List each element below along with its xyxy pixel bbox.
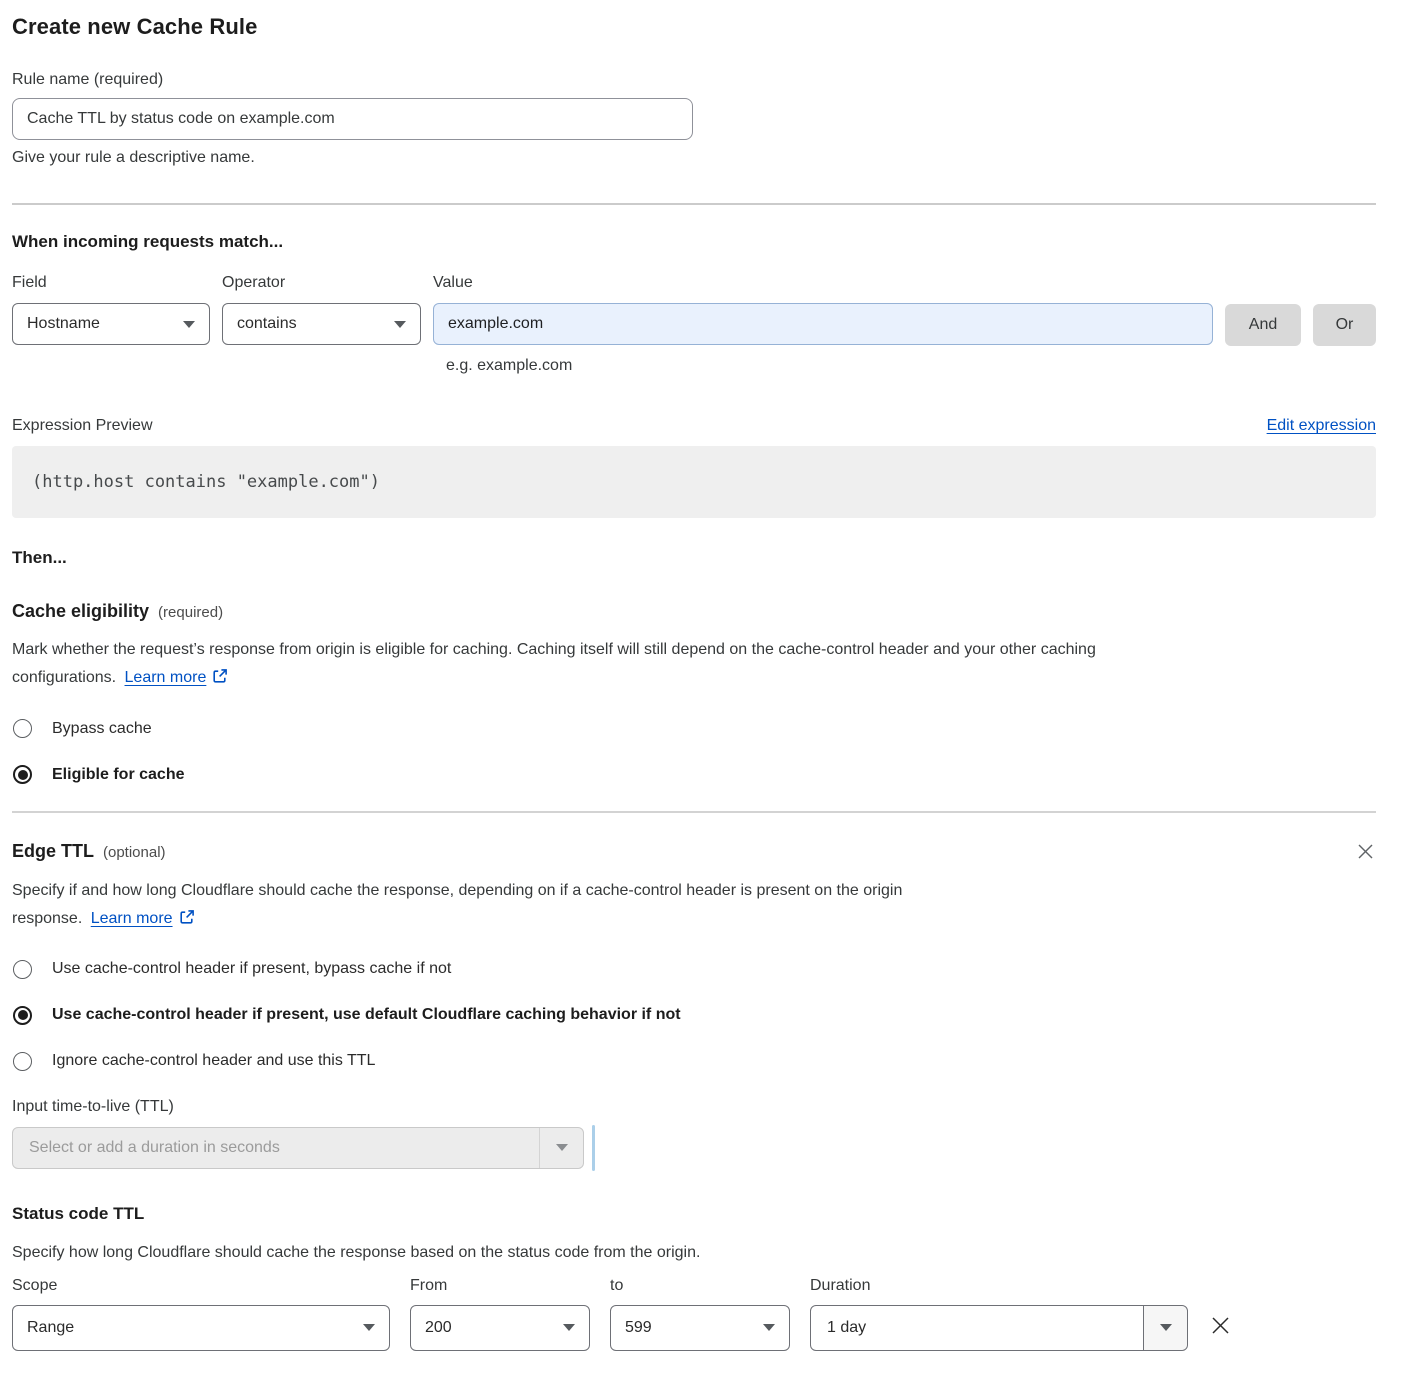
- rule-name-group: Rule name (required) Give your rule a de…: [12, 71, 1376, 167]
- page-title: Create new Cache Rule: [12, 14, 1376, 40]
- field-column: Field Hostname: [12, 274, 210, 345]
- chevron-down-icon: [394, 321, 406, 328]
- chevron-down-icon: [1160, 1324, 1172, 1331]
- edge-ttl-option-bypass[interactable]: Use cache-control header if present, byp…: [12, 960, 1376, 979]
- scope-label: Scope: [12, 1277, 390, 1295]
- operator-label: Operator: [222, 274, 421, 292]
- expression-code: (http.host contains "example.com"): [32, 472, 380, 492]
- field-select-value: Hostname: [27, 315, 100, 333]
- eligible-for-cache-option[interactable]: Eligible for cache: [12, 765, 1376, 784]
- field-label: Field: [12, 274, 210, 292]
- radio-unselected-icon[interactable]: [13, 1052, 32, 1071]
- status-code-ttl-row: Scope Range From 200 to 599 Duration 1 d…: [12, 1275, 1376, 1351]
- chevron-down-icon: [183, 321, 195, 328]
- duration-select-value: 1 day: [811, 1319, 1143, 1337]
- ttl-select-placeholder: Select or add a duration in seconds: [13, 1139, 539, 1157]
- value-column: Value: [433, 274, 1213, 345]
- ttl-select-row: Select or add a duration in seconds: [12, 1125, 1376, 1171]
- duration-column: Duration 1 day: [810, 1275, 1188, 1351]
- to-label: to: [610, 1277, 790, 1295]
- edge-ttl-option-ignore[interactable]: Ignore cache-control header and use this…: [12, 1052, 1376, 1071]
- edge-ttl-description: Specify if and how long Cloudflare shoul…: [12, 877, 1376, 935]
- to-column: to 599: [610, 1275, 790, 1351]
- duration-select[interactable]: 1 day: [810, 1305, 1188, 1351]
- select-arrow-segment[interactable]: [1143, 1306, 1187, 1350]
- radio-selected-icon[interactable]: [13, 765, 32, 784]
- edge-ttl-option-default[interactable]: Use cache-control header if present, use…: [12, 1006, 1376, 1025]
- remove-status-code-rule-icon[interactable]: [1210, 1315, 1231, 1341]
- radio-unselected-icon[interactable]: [13, 960, 32, 979]
- from-select[interactable]: 200: [410, 1305, 590, 1351]
- external-link-icon: [179, 907, 195, 935]
- section-divider: [12, 811, 1376, 813]
- create-cache-rule-page: Create new Cache Rule Rule name (require…: [0, 0, 1412, 1351]
- external-link-icon: [212, 666, 228, 694]
- or-button[interactable]: Or: [1313, 304, 1376, 346]
- scope-select-value: Range: [27, 1319, 74, 1337]
- edge-ttl-options: Use cache-control header if present, byp…: [12, 960, 1376, 1071]
- to-select-value: 599: [625, 1319, 652, 1337]
- radio-unselected-icon[interactable]: [13, 719, 32, 738]
- chevron-down-icon: [563, 1324, 575, 1331]
- operator-column: Operator contains: [222, 274, 421, 345]
- section-divider: [12, 203, 1376, 205]
- chevron-down-icon: [363, 1324, 375, 1331]
- from-column: From 200: [410, 1275, 590, 1351]
- edit-expression-link[interactable]: Edit expression: [1267, 417, 1376, 435]
- status-code-ttl-description: Specify how long Cloudflare should cache…: [12, 1239, 1376, 1267]
- from-select-value: 200: [425, 1319, 452, 1337]
- expression-header: Expression Preview Edit expression: [12, 417, 1376, 435]
- match-section-heading: When incoming requests match...: [12, 232, 1376, 252]
- operator-select[interactable]: contains: [222, 303, 421, 345]
- expression-preview-label: Expression Preview: [12, 417, 153, 435]
- bypass-cache-option[interactable]: Bypass cache: [12, 719, 1376, 738]
- duration-label: Duration: [810, 1277, 1188, 1295]
- chevron-down-icon: [556, 1144, 568, 1151]
- edge-ttl-header: Edge TTL(optional): [12, 841, 1376, 867]
- value-input[interactable]: [433, 303, 1213, 345]
- ttl-duration-select[interactable]: Select or add a duration in seconds: [12, 1127, 584, 1169]
- select-arrow-segment[interactable]: [539, 1128, 583, 1168]
- then-heading: Then...: [12, 548, 1376, 568]
- from-label: From: [410, 1277, 590, 1295]
- radio-selected-icon[interactable]: [13, 1006, 32, 1025]
- operator-select-value: contains: [237, 315, 297, 333]
- to-select[interactable]: 599: [610, 1305, 790, 1351]
- value-help-text: e.g. example.com: [446, 357, 1376, 375]
- match-condition-row: Field Hostname Operator contains Value A…: [12, 274, 1376, 346]
- close-edge-ttl-icon[interactable]: [1355, 841, 1376, 867]
- optional-qualifier: (optional): [103, 844, 166, 861]
- cache-eligibility-heading: Cache eligibility(required): [12, 601, 1376, 622]
- focus-indicator-line: [592, 1125, 595, 1171]
- cache-eligibility-options: Bypass cache Eligible for cache: [12, 719, 1376, 784]
- rule-name-label: Rule name (required): [12, 71, 163, 88]
- cache-eligibility-description: Mark whether the request’s response from…: [12, 636, 1376, 694]
- rule-name-input[interactable]: [12, 98, 693, 140]
- expression-code-block: (http.host contains "example.com"): [12, 446, 1376, 518]
- scope-column: Scope Range: [12, 1275, 390, 1351]
- and-button[interactable]: And: [1225, 304, 1301, 346]
- edge-ttl-learn-more-link[interactable]: Learn more: [91, 910, 173, 927]
- cache-eligibility-learn-more-link[interactable]: Learn more: [125, 669, 207, 686]
- required-qualifier: (required): [158, 604, 223, 621]
- edge-ttl-heading: Edge TTL(optional): [12, 841, 166, 862]
- rule-name-help: Give your rule a descriptive name.: [12, 149, 1376, 167]
- scope-select[interactable]: Range: [12, 1305, 390, 1351]
- field-select[interactable]: Hostname: [12, 303, 210, 345]
- value-label: Value: [433, 274, 1213, 292]
- ttl-input-label: Input time-to-live (TTL): [12, 1098, 1376, 1116]
- status-code-ttl-heading: Status code TTL: [12, 1204, 1376, 1224]
- chevron-down-icon: [763, 1324, 775, 1331]
